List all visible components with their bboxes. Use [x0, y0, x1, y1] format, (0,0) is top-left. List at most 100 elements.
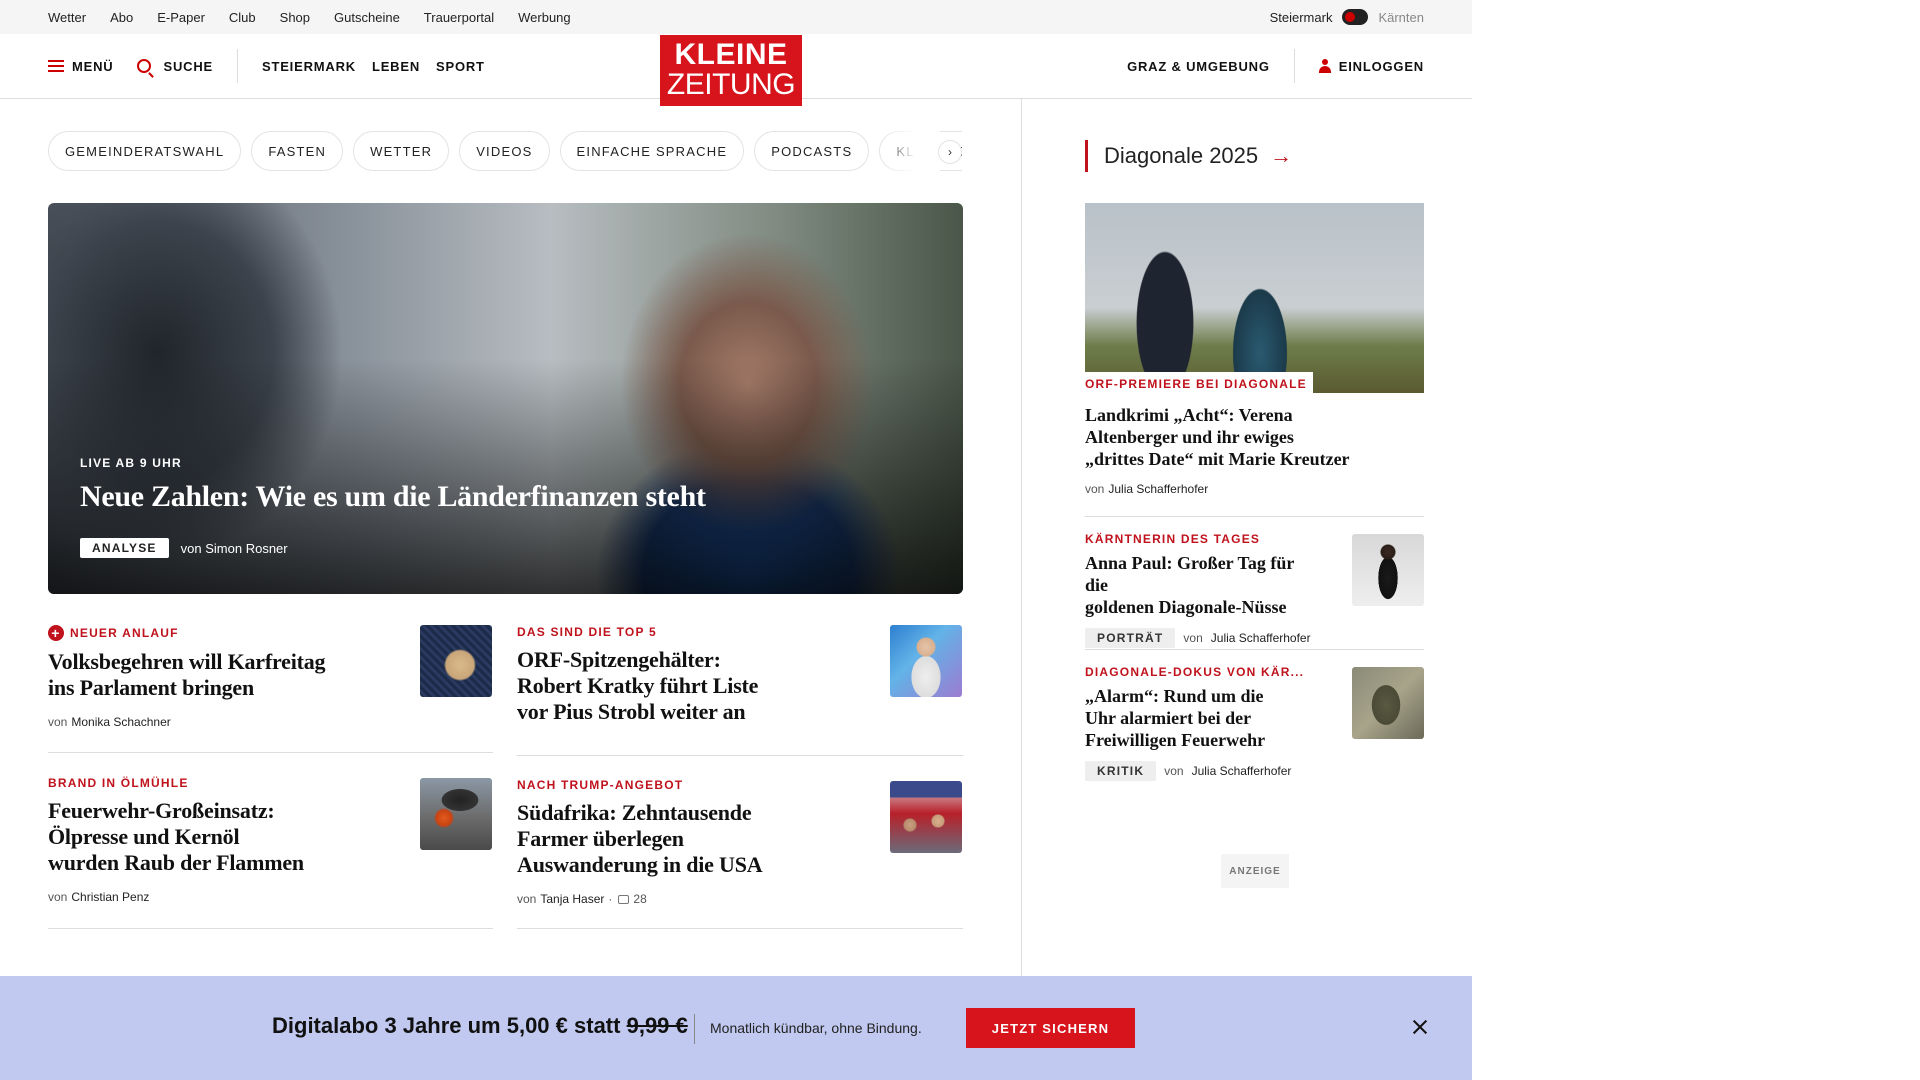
nav-steiermark[interactable]: STEIERMARK	[262, 59, 356, 74]
topic-chips: GEMEINDERATSWAHL FASTEN WETTER VIDEOS EI…	[48, 131, 962, 171]
comment-count[interactable]: 28	[633, 892, 646, 906]
nav-graz-umgebung[interactable]: GRAZ & UMGEBUNG	[1127, 59, 1270, 74]
teaser-divider	[48, 752, 493, 753]
hero-author: Simon Rosner	[205, 540, 288, 556]
teaser-title[interactable]: Anna Paul: Großer Tag für die goldenen D…	[1085, 552, 1315, 618]
teaser-title-line: ORF-Spitzengehälter:	[517, 647, 721, 672]
teaser-kicker: NACH TRUMP-ANGEBOT	[517, 778, 684, 792]
chips-next-button[interactable]: ›	[938, 140, 962, 164]
teaser-title-line: Landkrimi „Acht“: Verena	[1085, 405, 1293, 425]
teaser-by: von	[48, 890, 68, 904]
sidebar-lead-kicker: ORF-PREMIERE BEI DIAGONALE	[1085, 377, 1307, 391]
nav-sport[interactable]: SPORT	[436, 59, 485, 74]
chevron-right-icon: ›	[948, 145, 952, 159]
close-icon[interactable]	[1411, 1018, 1429, 1036]
article-teaser[interactable]: NACH TRUMP-ANGEBOT Südafrika: Zehntausen…	[517, 778, 817, 906]
teaser-kicker: BRAND IN ÖLMÜHLE	[48, 776, 189, 790]
article-teaser[interactable]: + NEUER ANLAUF Volksbegehren will Karfre…	[48, 625, 388, 729]
arrow-right-icon: →	[1270, 143, 1293, 168]
user-icon	[1318, 59, 1331, 73]
teaser-title[interactable]: „Alarm“: Rund um die Uhr alarmiert bei d…	[1085, 685, 1315, 751]
hero-teaser[interactable]: LIVE AB 9 UHR Neue Zahlen: Wie es um die…	[48, 203, 963, 594]
comment-icon	[618, 894, 630, 904]
menu-label: MENÜ	[72, 58, 114, 74]
column-divider	[1021, 99, 1022, 979]
teaser-divider	[517, 755, 963, 756]
promo-headline: Digitalabo 3 Jahre um 5,00 € statt 9,99 …	[272, 1013, 688, 1039]
teaser-thumbnail[interactable]	[1352, 667, 1424, 739]
login-label: EINLOGGEN	[1338, 58, 1424, 74]
utility-link-club[interactable]: Club	[229, 10, 256, 25]
chip-wetter[interactable]: WETTER	[353, 131, 450, 171]
teaser-author: Tanja Haser	[540, 892, 605, 906]
utility-link-wetter[interactable]: Wetter	[48, 10, 86, 25]
teaser-thumbnail[interactable]	[890, 781, 962, 853]
teaser-title[interactable]: Volksbegehren will Karfreitag ins Parlam…	[48, 649, 388, 701]
teaser-title-line: Auswanderung in die USA	[517, 852, 763, 877]
login-button[interactable]: EINLOGGEN	[1318, 58, 1424, 74]
teaser-title-line: Robert Kratky führt Liste	[517, 673, 759, 698]
chip-podcasts[interactable]: PODCASTS	[754, 131, 870, 171]
teaser-title-line: Ölpresse und Kernöl	[48, 824, 240, 849]
chips-fade	[880, 131, 940, 171]
teaser-byline: von Monika Schachner	[48, 715, 388, 729]
hero-text: LIVE AB 9 UHR Neue Zahlen: Wie es um die…	[80, 456, 706, 558]
teaser-author: Julia Schafferhofer	[1108, 482, 1209, 496]
teaser-title[interactable]: Feuerwehr-Großeinsatz: Ölpresse und Kern…	[48, 798, 388, 876]
sidebar-lead-title[interactable]: Landkrimi „Acht“: Verena Altenberger und…	[1085, 404, 1424, 470]
teaser-byline: von Julia Schafferhofer	[1085, 482, 1424, 496]
hero-meta: ANALYSE von Simon Rosner	[80, 538, 706, 558]
portrait-badge: PORTRÄT	[1085, 628, 1176, 648]
sidebar-lead-image[interactable]	[1085, 203, 1424, 393]
chip-einfache-sprache[interactable]: EINFACHE SPRACHE	[559, 131, 745, 171]
region-toggle[interactable]	[1342, 9, 1369, 25]
hero-kicker: LIVE AB 9 UHR	[80, 456, 182, 470]
promo-old-price: 9,99 €	[626, 1013, 688, 1038]
teaser-title-line: vor Pius Strobl weiter an	[517, 699, 746, 724]
teaser-title[interactable]: ORF-Spitzengehälter: Robert Kratky führt…	[517, 647, 817, 725]
site-logo[interactable]: KLEINE ZEITUNG	[660, 35, 802, 106]
subscribe-button[interactable]: JETZT SICHERN	[966, 1008, 1135, 1048]
teaser-thumbnail[interactable]	[890, 625, 962, 697]
nav-leben[interactable]: LEBEN	[372, 59, 420, 74]
nav-right-divider	[1293, 49, 1295, 83]
teaser-thumbnail[interactable]	[1352, 534, 1424, 606]
utility-link-trauerportal[interactable]: Trauerportal	[424, 10, 494, 25]
teaser-byline: von Christian Penz	[48, 890, 388, 904]
search-label: SUCHE	[163, 58, 213, 74]
subscription-banner: Digitalabo 3 Jahre um 5,00 € statt 9,99 …	[0, 976, 1472, 1080]
hero-title[interactable]: Neue Zahlen: Wie es um die Länderfinanze…	[80, 480, 706, 514]
teaser-title-line: wurden Raub der Flammen	[48, 850, 304, 875]
region-steiermark[interactable]: Steiermark	[1270, 10, 1333, 25]
utility-link-abo[interactable]: Abo	[110, 10, 133, 25]
menu-button[interactable]: MENÜ	[48, 59, 113, 74]
sidebar-heading-text: Diagonale 2025	[1104, 143, 1259, 168]
article-teaser[interactable]: DAS SIND DIE TOP 5 ORF-Spitzengehälter: …	[517, 625, 817, 725]
sidebar-lead-teaser[interactable]: Landkrimi „Acht“: Verena Altenberger und…	[1085, 404, 1424, 496]
sidebar-teaser[interactable]: DIAGONALE-DOKUS VON KÄR... „Alarm“: Rund…	[1085, 665, 1315, 781]
article-teaser[interactable]: BRAND IN ÖLMÜHLE Feuerwehr-Großeinsatz: …	[48, 776, 388, 904]
teaser-title-line: Volksbegehren will Karfreitag	[48, 649, 326, 674]
chip-videos[interactable]: VIDEOS	[459, 131, 550, 171]
teaser-title-line: „Alarm“: Rund um die	[1085, 686, 1264, 706]
teaser-thumbnail[interactable]	[420, 778, 492, 850]
utility-link-shop[interactable]: Shop	[280, 10, 310, 25]
chip-fasten[interactable]: FASTEN	[251, 131, 344, 171]
teaser-author: Christian Penz	[71, 890, 150, 904]
teaser-title-line: Altenberger und ihr ewiges	[1085, 427, 1294, 447]
utility-link-gutscheine[interactable]: Gutscheine	[334, 10, 400, 25]
teaser-title[interactable]: Südafrika: Zehntausende Farmer überlegen…	[517, 800, 817, 878]
teaser-title-line: Feuerwehr-Großeinsatz:	[48, 798, 275, 823]
region-kaernten[interactable]: Kärnten	[1378, 10, 1424, 25]
utility-link-werbung[interactable]: Werbung	[518, 10, 571, 25]
teaser-thumbnail[interactable]	[420, 625, 492, 697]
teaser-by: von	[1183, 631, 1203, 645]
promo-text: Digitalabo 3 Jahre um 5,00 € statt	[272, 1013, 621, 1038]
chip-gemeinderatswahl[interactable]: GEMEINDERATSWAHL	[48, 131, 242, 171]
utility-links: Wetter Abo E-Paper Club Shop Gutscheine …	[48, 0, 571, 34]
sidebar-heading[interactable]: Diagonale 2025 →	[1085, 140, 1292, 172]
teaser-title-line: Uhr alarmiert bei der	[1085, 708, 1252, 728]
sidebar-teaser[interactable]: KÄRNTNERIN DES TAGES Anna Paul: Großer T…	[1085, 532, 1315, 648]
utility-link-epaper[interactable]: E-Paper	[157, 10, 205, 25]
search-button[interactable]: SUCHE	[137, 59, 213, 74]
